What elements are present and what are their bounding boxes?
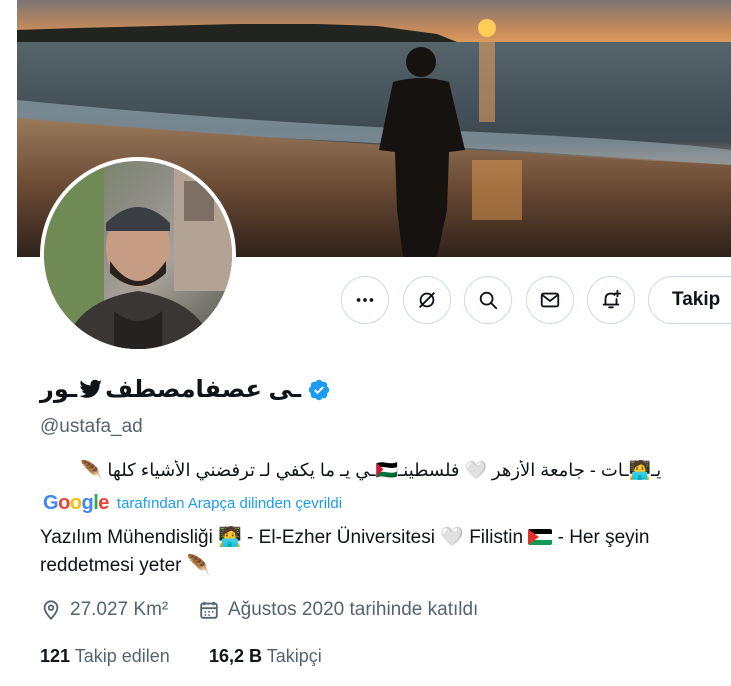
bio-translated-line1: Yazılım Mühendisliği 🧑‍💻 - El-Ezher Üniv…: [40, 527, 524, 548]
bell-plus-icon: [602, 289, 622, 309]
verified-badge-icon: [308, 379, 330, 400]
location-item: 27.027 Km²: [40, 599, 168, 621]
followers-link[interactable]: 16,2 B Takipçi: [209, 646, 322, 667]
joined-text: Ağustos 2020 tarihinde katıldı: [228, 599, 479, 620]
display-name-part1: ـور: [40, 376, 78, 403]
profile-avatar[interactable]: [40, 157, 236, 353]
mail-icon: [540, 292, 560, 308]
palestine-flag-icon: [528, 529, 553, 545]
more-button[interactable]: [341, 276, 389, 324]
google-logo: Google: [43, 492, 109, 514]
follow-label: Takip: [672, 289, 721, 310]
bio-translated-line1-end: - Her şeyin: [557, 527, 650, 548]
followers-label: Takipçi: [266, 646, 322, 666]
bird-emoji-icon: [79, 379, 103, 398]
bio-translated-line2: reddetmesi yeter 🪶: [40, 555, 211, 576]
display-name-part2: ـى عصفامصطف: [105, 376, 302, 403]
more-horizontal-icon: [356, 298, 374, 302]
location-text: 27.027 Km²: [70, 599, 169, 620]
search-button[interactable]: [464, 276, 512, 324]
location-pin-icon: [43, 600, 59, 621]
message-button[interactable]: [526, 276, 574, 324]
followers-count: 16,2 B: [209, 646, 263, 666]
translation-attribution[interactable]: Google tarafından Arapça dilinden çevril…: [43, 492, 342, 515]
profile-handle: @ustafa_ad: [40, 416, 143, 437]
joined-item: Ağustos 2020 tarihinde katıldı: [198, 599, 478, 621]
bio-original: يـ🧑‍💻ـات - جامعة الأزهر 🤍 فلسطينـ🇵🇸ـي يـ…: [80, 460, 662, 480]
translation-label[interactable]: tarafından Arapça dilinden çevrildi: [117, 495, 342, 512]
following-link[interactable]: 121 Takip edilen: [40, 646, 170, 667]
grok-button[interactable]: [403, 276, 451, 324]
bio-translated: Yazılım Mühendisliği 🧑‍💻 - El-Ezher Üniv…: [40, 524, 731, 580]
search-icon: [479, 291, 498, 310]
display-name: ـور ـى عصفامصطف: [40, 375, 331, 404]
following-label: Takip edilen: [74, 646, 170, 666]
grok-icon: [419, 292, 435, 308]
follow-button[interactable]: Takip: [648, 276, 731, 324]
calendar-icon: [200, 601, 218, 619]
notify-button[interactable]: [587, 276, 635, 324]
following-count: 121: [40, 646, 71, 666]
avatar-image: [44, 161, 232, 349]
